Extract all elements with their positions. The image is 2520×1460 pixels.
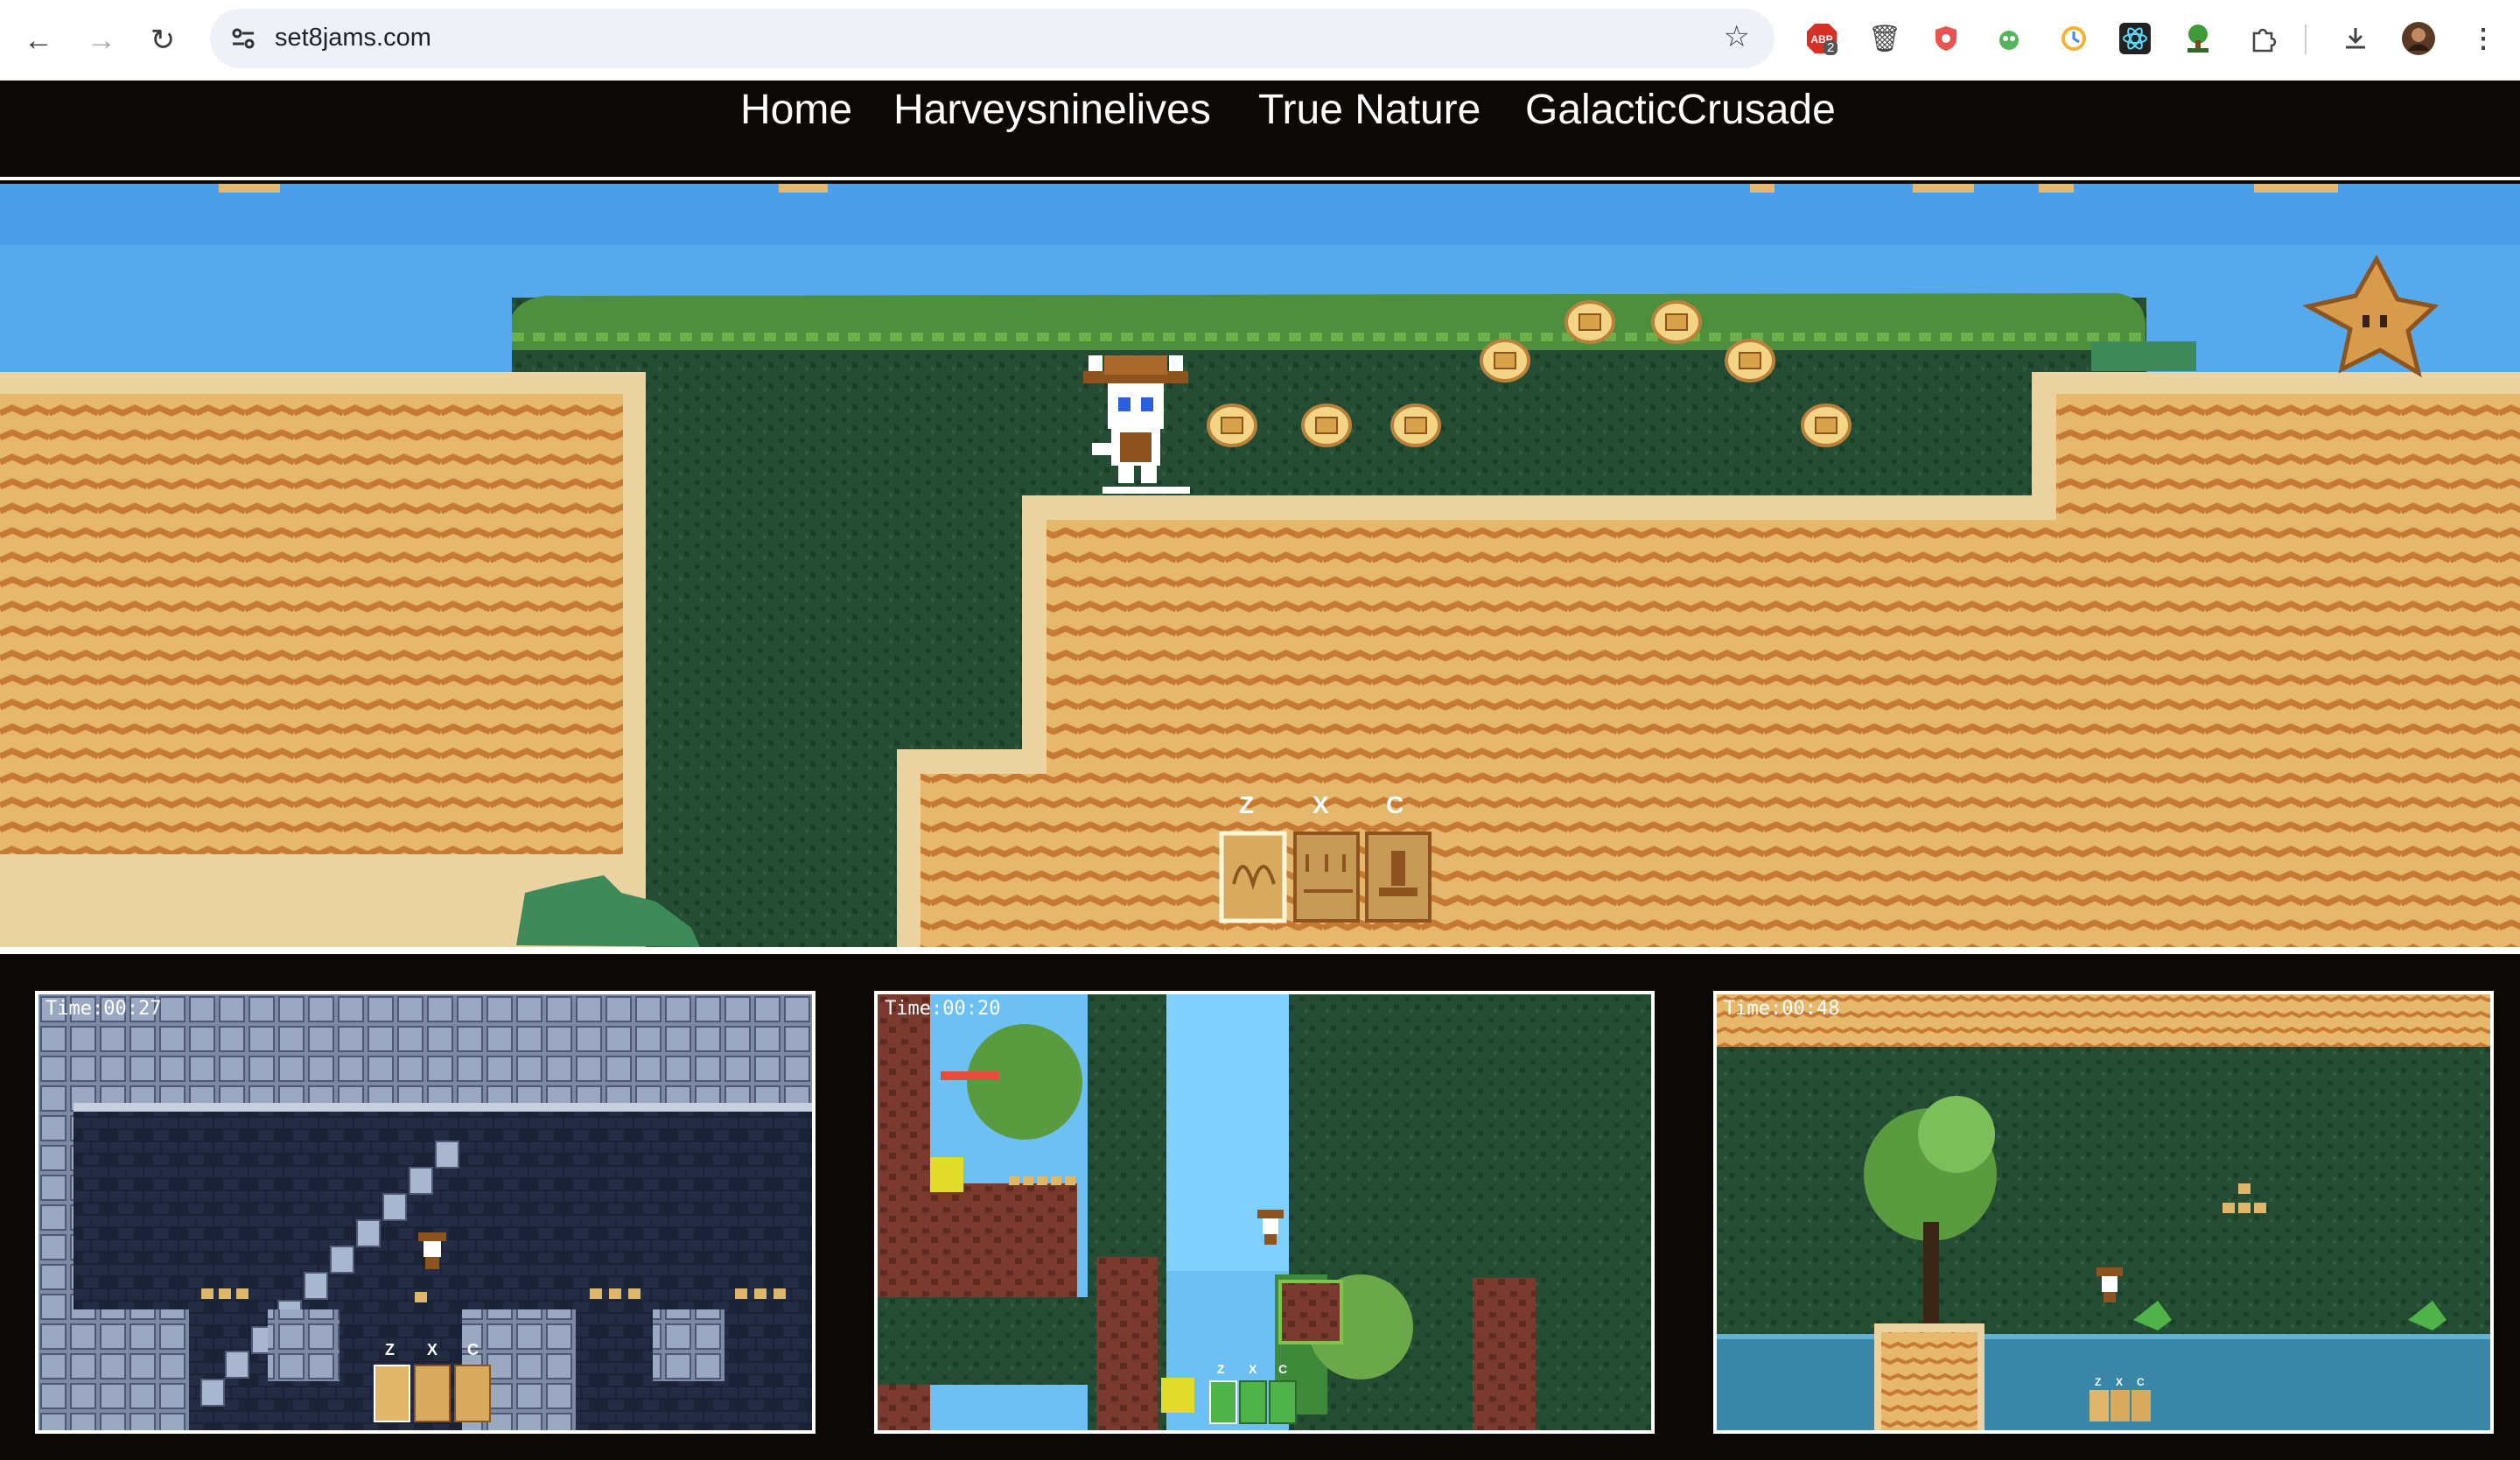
hero-divider — [0, 947, 2520, 954]
react-icon[interactable] — [2118, 21, 2152, 56]
skill-key-c: C — [2137, 1376, 2145, 1388]
run-timer: Time:00:48 — [1724, 998, 1840, 1020]
clock-icon[interactable] — [2056, 21, 2091, 56]
adblock-icon[interactable]: ABP 2 — [1804, 21, 1839, 56]
skill-key-x: X — [1249, 1362, 1257, 1376]
skill-key-c: C — [467, 1341, 479, 1358]
bookmark-star-icon[interactable]: ☆ — [1724, 19, 1750, 54]
screenshot-forest[interactable]: Time:00:20 Z X C — [874, 991, 1655, 1434]
nav-link-harveysninelives[interactable]: Harveysninelives — [893, 86, 1211, 134]
reload-icon[interactable]: ↻ — [145, 23, 180, 58]
skill-key-x: X — [427, 1341, 438, 1358]
screenshot-dungeon[interactable]: Time:00:27 Z X C — [35, 991, 816, 1434]
skill-bar — [1219, 831, 1432, 923]
skill-key-z: Z — [385, 1341, 395, 1358]
skill-key-x: X — [1312, 791, 1329, 818]
trash-icon[interactable]: 🗑 — [1867, 21, 1902, 56]
hero-game-banner: Z X C — [0, 184, 2520, 947]
forest-scene — [878, 994, 1651, 1430]
tree-icon[interactable] — [2180, 21, 2216, 56]
site-nav: Home Harveysninelives True Nature Galact… — [0, 81, 2520, 180]
nav-link-home[interactable]: Home — [740, 86, 852, 134]
avatar[interactable] — [2401, 21, 2436, 56]
back-arrow-icon[interactable]: ← — [21, 23, 56, 58]
address-bar[interactable]: set8jams.com ☆ — [210, 9, 1774, 68]
dungeon-scene — [38, 994, 812, 1430]
run-timer: Time:00:27 — [46, 998, 162, 1020]
desert-scene — [1717, 994, 2490, 1430]
site-info-icon[interactable] — [229, 25, 257, 53]
toolbar-divider — [2305, 25, 2306, 54]
skill-key-z: Z — [1239, 791, 1255, 818]
skill-key-c: C — [1386, 791, 1404, 818]
forward-arrow-icon[interactable]: → — [84, 23, 119, 58]
bug-icon[interactable] — [1992, 21, 2026, 56]
nav-link-galacticcrusade[interactable]: GalacticCrusade — [1525, 86, 1836, 134]
skill-key-z: Z — [1217, 1362, 1225, 1376]
game-scene — [0, 184, 2520, 947]
kebab-menu-icon[interactable]: ⋮ — [2466, 21, 2501, 56]
browser-toolbar: ← → ↻ set8jams.com ☆ ABP 2 🗑 ⋮ — [0, 0, 2520, 81]
shield-icon[interactable] — [1928, 21, 1964, 56]
skill-key-c: C — [1278, 1362, 1288, 1376]
screenshot-desert[interactable]: Time:00:48 Z X C — [1713, 991, 2494, 1434]
skill-key-z: Z — [2095, 1376, 2102, 1388]
url-text[interactable]: set8jams.com — [275, 24, 431, 53]
skill-key-x: X — [2116, 1376, 2124, 1388]
puzzle-icon[interactable] — [2245, 21, 2280, 56]
extension-badge: 2 — [1824, 40, 1838, 55]
nav-link-true-nature[interactable]: True Nature — [1258, 86, 1480, 134]
download-icon[interactable] — [2338, 21, 2373, 56]
run-timer: Time:00:20 — [885, 998, 1001, 1020]
